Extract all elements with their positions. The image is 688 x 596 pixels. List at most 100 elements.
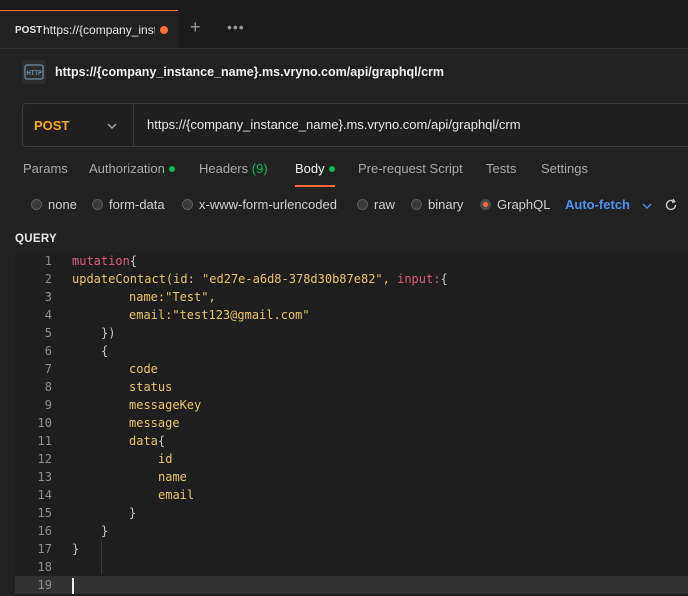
text-cursor (72, 578, 74, 594)
code-token: messageKey (129, 398, 202, 412)
body-type-graphql[interactable]: GraphQL (480, 197, 550, 215)
code-token: status (129, 380, 173, 394)
line-number: 7 (44, 362, 52, 376)
tab-authorization[interactable]: Authorization (89, 161, 175, 176)
body-type-binary[interactable]: binary (411, 197, 463, 215)
body-type-raw-label: raw (374, 197, 395, 212)
code-token: code (129, 362, 158, 376)
tab-headers[interactable]: Headers (9) (199, 161, 268, 176)
code-token: } (129, 506, 137, 520)
url-divider (133, 104, 134, 146)
graphql-query-editor[interactable]: 1 mutation{ 2 updateContact(id: "ed27e-a6d… (15, 252, 688, 596)
line-number: 17 (37, 542, 52, 556)
status-indicator-icon (328, 166, 335, 172)
radio-icon[interactable] (31, 199, 42, 210)
code-line: 10 message (15, 414, 688, 432)
body-type-binary-label: binary (428, 197, 464, 212)
radio-icon[interactable] (182, 199, 193, 210)
body-type-urlencoded[interactable]: x-www-form-urlencoded (182, 197, 337, 215)
line-number: 9 (44, 398, 52, 412)
body-type-none-label: none (48, 197, 77, 212)
code-line: 4 email:"test123@gmail.com" (15, 306, 688, 324)
tab-params[interactable]: Params (23, 161, 68, 176)
tab-body-label: Body (295, 161, 325, 176)
auto-fetch-button[interactable]: Auto-fetch (565, 197, 630, 212)
line-number: 3 (44, 290, 52, 304)
code-line: 17} (15, 540, 688, 558)
code-token: mutation (72, 254, 130, 268)
url-bar: POST https://{company_instance_name}.ms.… (22, 103, 688, 147)
line-number: 16 (37, 524, 52, 538)
body-type-graphql-label: GraphQL (497, 197, 551, 212)
radio-icon[interactable] (92, 199, 103, 210)
code-token: input: (397, 272, 441, 286)
code-line: 18 (15, 558, 688, 576)
tab-authorization-label: Authorization (89, 161, 165, 176)
line-number: 6 (44, 344, 52, 358)
tab-tests[interactable]: Tests (486, 161, 516, 176)
code-line: 12 id (15, 450, 688, 468)
code-token: name (158, 470, 187, 484)
chevron-down-icon[interactable] (641, 200, 653, 215)
line-number: 12 (37, 452, 52, 466)
body-type-form-data[interactable]: form-data (92, 197, 165, 215)
body-type-form-data-label: form-data (109, 197, 165, 212)
unsaved-changes-dot-icon (160, 26, 168, 34)
body-type-none[interactable]: none (31, 197, 77, 215)
line-number: 8 (44, 380, 52, 394)
code-line: 5}) (15, 324, 688, 342)
body-type-raw[interactable]: raw (357, 197, 395, 215)
code-token: { (440, 272, 448, 286)
more-tabs-button[interactable]: ••• (227, 20, 245, 34)
code-line: 9 messageKey (15, 396, 688, 414)
line-number: 4 (44, 308, 52, 322)
line-number: 11 (37, 434, 52, 448)
radio-icon[interactable] (411, 199, 422, 210)
code-line: 2 updateContact(id: "ed27e-a6d8-378d30b87… (15, 270, 688, 288)
line-number: 10 (37, 416, 52, 430)
active-tab-underline (295, 185, 335, 187)
refresh-icon[interactable] (664, 198, 678, 215)
tab-method-label: POST (15, 25, 43, 36)
code-line: 11 data{ (15, 432, 688, 450)
request-name[interactable]: https://{company_instance_name}.ms.vryno… (55, 65, 444, 79)
tab-params-label: Params (23, 161, 68, 176)
tab-settings-label: Settings (541, 161, 588, 176)
tab-pre-request-script[interactable]: Pre-request Script (358, 161, 463, 176)
radio-icon[interactable] (357, 199, 368, 210)
code-token: }) (101, 326, 116, 340)
new-tab-button[interactable]: + (190, 18, 201, 36)
code-line: 14 email (15, 486, 688, 504)
tab-body[interactable]: Body (295, 161, 335, 176)
tab-url-label: https://{company_inst (43, 23, 155, 37)
tab-tests-label: Tests (486, 161, 517, 176)
line-number: 1 (44, 254, 52, 268)
code-line: 6{ (15, 342, 688, 360)
url-input[interactable]: https://{company_instance_name}.ms.vryno… (147, 117, 521, 132)
request-header: HTTP https://{company_instance_name}.ms.… (0, 48, 688, 98)
body-type-urlencoded-label: x-www-form-urlencoded (199, 197, 337, 212)
tab-settings[interactable]: Settings (541, 161, 588, 176)
request-tab[interactable]: POST https://{company_inst (0, 10, 178, 48)
code-line: 15} (15, 504, 688, 522)
code-line: 8 status (15, 378, 688, 396)
request-tab-bar: POST https://{company_inst + ••• (0, 0, 688, 49)
method-select[interactable]: POST (34, 118, 69, 133)
tab-pre-request-label: Pre-request Script (358, 161, 463, 176)
chevron-down-icon[interactable] (106, 120, 118, 135)
line-number: 18 (37, 560, 52, 574)
line-number: 2 (44, 272, 52, 286)
radio-selected-icon[interactable] (480, 199, 491, 210)
code-token: email (158, 488, 195, 502)
code-token: } (72, 542, 80, 556)
code-line: 16} (15, 522, 688, 540)
http-request-icon: HTTP (22, 60, 46, 84)
line-number: 5 (44, 326, 52, 340)
line-number: 19 (37, 578, 52, 592)
code-token: message (129, 416, 180, 430)
code-line-current: 19 (15, 576, 688, 594)
request-section-tabs: Params Authorization Headers (9) Body Pr… (0, 155, 688, 189)
code-token: updateContact(id: "ed27e-a6d8-378d30b87e… (72, 272, 398, 286)
line-number: 13 (37, 470, 52, 484)
code-token: { (129, 254, 138, 268)
